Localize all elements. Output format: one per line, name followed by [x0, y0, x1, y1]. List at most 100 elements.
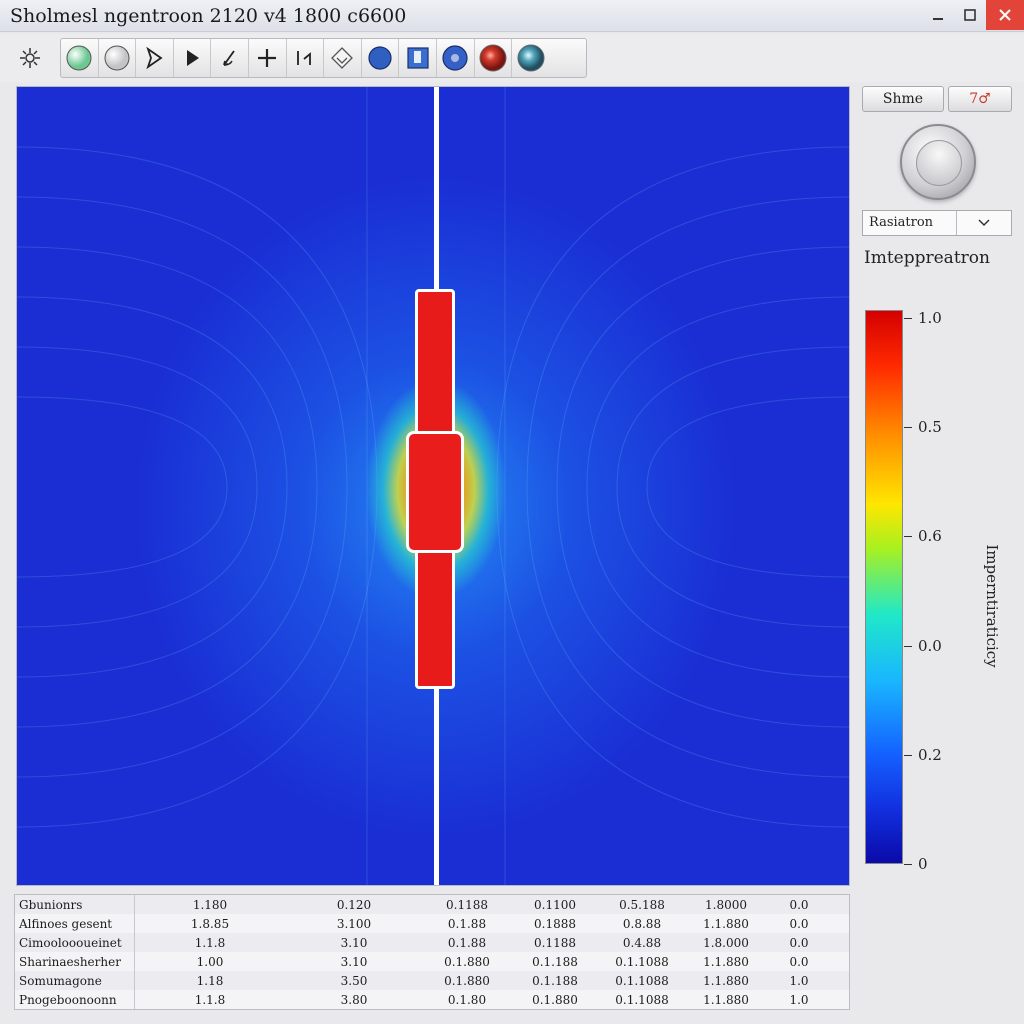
table-cell: 0.1.188 [532, 954, 578, 969]
table-cell: 0.1.1088 [615, 954, 669, 969]
table-cell: 1.180 [192, 897, 228, 912]
table-cell: 0.1.880 [532, 992, 578, 1007]
maximize-icon [964, 9, 976, 21]
tool-square[interactable] [399, 39, 437, 77]
table-cell: 1.18 [196, 973, 224, 988]
sphere-icon [66, 45, 92, 71]
square-icon [407, 47, 429, 69]
tool-select[interactable] [136, 39, 174, 77]
tool-ring[interactable] [437, 39, 475, 77]
close-icon [999, 9, 1011, 21]
secondary-button[interactable]: 7♂ [948, 86, 1012, 112]
mode-select-value: Rasiatron [863, 211, 957, 235]
table-row[interactable]: Cimooloooueinet 1.1.8 3.10 0.1.88 0.1188 0.4.… [15, 933, 849, 952]
table-cell: 0.1100 [534, 897, 576, 912]
table-cell: 3.10 [340, 935, 368, 950]
minimize-button[interactable] [922, 0, 954, 30]
table-cell: 1.1.880 [703, 992, 749, 1007]
minimize-icon [933, 18, 943, 20]
table-cell: 0.8.88 [622, 916, 662, 931]
table-cell: 1.8000 [705, 897, 747, 912]
app-logo[interactable] [16, 44, 44, 72]
table-cell: 1.00 [196, 954, 224, 969]
colorbar-tick [904, 427, 912, 429]
ring-icon [442, 45, 468, 71]
tool-red-ball[interactable] [475, 39, 513, 77]
table-row[interactable]: Alfinoes gesent 1.8.85 3.100 0.1.88 0.1888 0.… [15, 914, 849, 933]
tool-erase[interactable] [324, 39, 362, 77]
colorbar-tick [904, 536, 912, 538]
field-plot[interactable] [16, 86, 850, 886]
table-row[interactable]: Sharinaesherher 1.00 3.10 0.1.880 0.1.188 0.1… [15, 952, 849, 971]
tool-add[interactable] [249, 39, 287, 77]
show-button[interactable]: Shme [862, 86, 944, 112]
table-cell: 1.0 [789, 973, 809, 988]
table-row[interactable]: Gbunionrs 1.180 0.120 0.1188 0.1100 0.5.188 1.… [15, 895, 849, 914]
intensity-knob[interactable] [900, 124, 976, 200]
table-row[interactable]: Pnogeboonoonn 1.1.8 3.80 0.1.80 0.1.880 0.1.1… [15, 990, 849, 1009]
table-cell: 1.1.8 [194, 992, 226, 1007]
ball-icon [479, 44, 507, 72]
table-cell: 0.1188 [446, 897, 488, 912]
dot-icon [368, 46, 392, 70]
table-cell: 0.0 [789, 916, 809, 931]
colorbar-tick-label: 1.0 [918, 309, 942, 327]
table-cell: 1.1.8 [194, 935, 226, 950]
table-cell: 1.0 [789, 992, 809, 1007]
play-icon [187, 50, 200, 66]
ball-icon [517, 44, 545, 72]
results-table: Gbunionrs 1.180 0.120 0.1188 0.1100 0.5.188 1.… [14, 894, 850, 1010]
maximize-button[interactable] [954, 0, 986, 30]
table-cell: 0.0 [789, 897, 809, 912]
table-cell: 0.0 [789, 954, 809, 969]
colorbar-tick [904, 754, 912, 756]
title-bar: Sholmesl ngentroon 2120 v4 1800 c6600 [0, 0, 1024, 32]
tool-play[interactable] [174, 39, 212, 77]
table-cell: 0.1.88 [447, 935, 487, 950]
pen-icon [222, 50, 235, 66]
plus-icon [258, 49, 277, 67]
table-cell: 3.80 [340, 992, 368, 1007]
tool-measure[interactable] [287, 39, 325, 77]
row-name: Alfinoes gesent [15, 914, 135, 933]
table-cell: 0.1.88 [447, 916, 487, 931]
chevron-down-icon [957, 211, 1011, 235]
gear-icon [20, 48, 40, 68]
table-cell: 0.4.88 [622, 935, 662, 950]
table-cell: 0.120 [336, 897, 372, 912]
colorbar-tick [904, 645, 912, 647]
table-cell: 1.1.880 [703, 916, 749, 931]
colorbar-tick-label: 0.6 [918, 527, 942, 546]
colorbar-tick-label: 0.5 [918, 418, 942, 437]
tool-blue-dot[interactable] [362, 39, 400, 77]
side-panel: Shme 7♂ Rasiatron Imteppreatron 1.0 0.5 0.… [852, 86, 1024, 1010]
table-cell: 1.1.880 [703, 973, 749, 988]
table-cell: 0.1188 [534, 935, 576, 950]
colorbar-tick [904, 864, 912, 865]
table-cell: 1.8.000 [703, 935, 749, 950]
row-name: Pnogeboonoonn [15, 990, 135, 1009]
colorbar-tick-label: 0 [918, 855, 928, 873]
cursor-arrow-icon [146, 46, 164, 70]
sphere-icon [104, 45, 130, 71]
tool-white-sphere[interactable] [99, 39, 137, 77]
tool-draw[interactable] [211, 39, 249, 77]
close-button[interactable] [986, 0, 1024, 30]
row-name: Cimooloooueinet [15, 933, 135, 952]
table-cell: 0.1.188 [532, 973, 578, 988]
row-name: Gbunionrs [15, 895, 135, 914]
table-cell: 0.0 [789, 935, 809, 950]
colorbar-title: Imteppreatron [864, 248, 990, 268]
row-name: Somumagone [15, 971, 135, 990]
mode-select[interactable]: Rasiatron [862, 210, 1012, 236]
tool-strip [60, 38, 587, 78]
tool-green-sphere[interactable] [61, 39, 99, 77]
table-cell: 1.1.880 [703, 954, 749, 969]
diamond-icon [331, 47, 354, 69]
table-cell: 0.1888 [534, 916, 576, 931]
table-row[interactable]: Somumagone 1.18 3.50 0.1.880 0.1.188 0.1.1088… [15, 971, 849, 990]
table-cell: 1.8.85 [190, 916, 230, 931]
conductor-core[interactable] [406, 431, 464, 553]
tool-teal-ball[interactable] [512, 39, 550, 77]
table-cell: 0.1.1088 [615, 973, 669, 988]
